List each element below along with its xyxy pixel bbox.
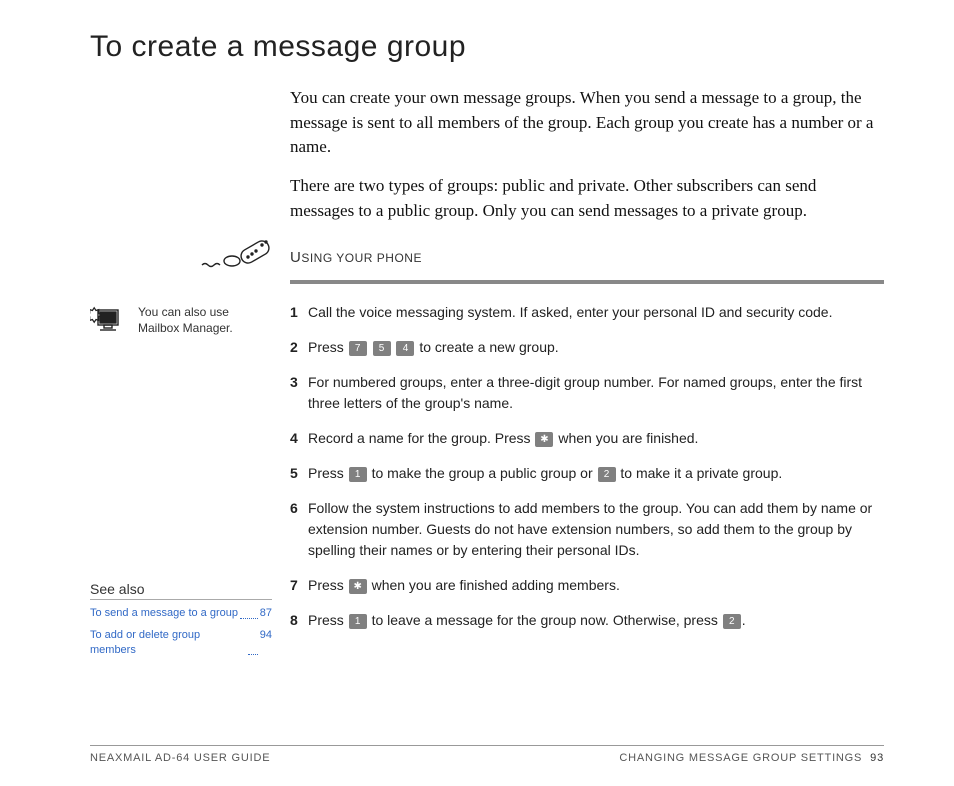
see-also-link[interactable]: To add or delete group members94 xyxy=(90,628,272,659)
section-label: USING YOUR PHONE xyxy=(290,249,422,266)
footer-right: CHANGING MESSAGE GROUP SETTINGS93 xyxy=(619,752,884,764)
keypad-key-star: ✱ xyxy=(535,432,553,447)
step-item: 1 Call the voice messaging system. If as… xyxy=(290,302,884,323)
step-item: 8 Press 1 to leave a message for the gro… xyxy=(290,610,884,631)
intro-paragraph: You can create your own message groups. … xyxy=(290,86,884,160)
see-also: See also To send a message to a group87 … xyxy=(90,581,272,658)
step-item: 4 Record a name for the group. Press ✱ w… xyxy=(290,428,884,449)
page-footer: NEAXMAIL AD-64 USER GUIDE CHANGING MESSA… xyxy=(90,745,884,764)
section-header-row: USING YOUR PHONE xyxy=(90,237,884,278)
keypad-key: 2 xyxy=(723,614,741,629)
step-item: 6 Follow the system instructions to add … xyxy=(290,498,884,561)
section-rule xyxy=(290,280,884,284)
keypad-key: 7 xyxy=(349,341,367,356)
footer-left: NEAXMAIL AD-64 USER GUIDE xyxy=(90,752,270,764)
tip-text: You can also use Mailbox Manager. xyxy=(138,302,272,336)
keypad-key: 1 xyxy=(349,614,367,629)
gear-monitor-icon xyxy=(90,302,130,341)
see-also-heading: See also xyxy=(90,581,272,597)
keypad-key: 5 xyxy=(373,341,391,356)
keypad-key: 4 xyxy=(396,341,414,356)
step-item: 5 Press 1 to make the group a public gro… xyxy=(290,463,884,484)
step-item: 7 Press ✱ when you are finished adding m… xyxy=(290,575,884,596)
intro-block: You can create your own message groups. … xyxy=(290,86,884,223)
step-item: 2 Press 7 5 4 to create a new group. xyxy=(290,337,884,358)
phone-icon xyxy=(90,237,290,278)
sidebar-tip: You can also use Mailbox Manager. xyxy=(90,302,272,341)
keypad-key: 1 xyxy=(349,467,367,482)
see-also-rule xyxy=(90,599,272,600)
step-item: 3 For numbered groups, enter a three-dig… xyxy=(290,372,884,414)
intro-paragraph: There are two types of groups: public an… xyxy=(290,174,884,223)
steps-list: 1 Call the voice messaging system. If as… xyxy=(290,302,884,645)
keypad-key-star: ✱ xyxy=(349,579,367,594)
page-title: To create a message group xyxy=(90,30,884,64)
see-also-link[interactable]: To send a message to a group87 xyxy=(90,606,272,621)
keypad-key: 2 xyxy=(598,467,616,482)
